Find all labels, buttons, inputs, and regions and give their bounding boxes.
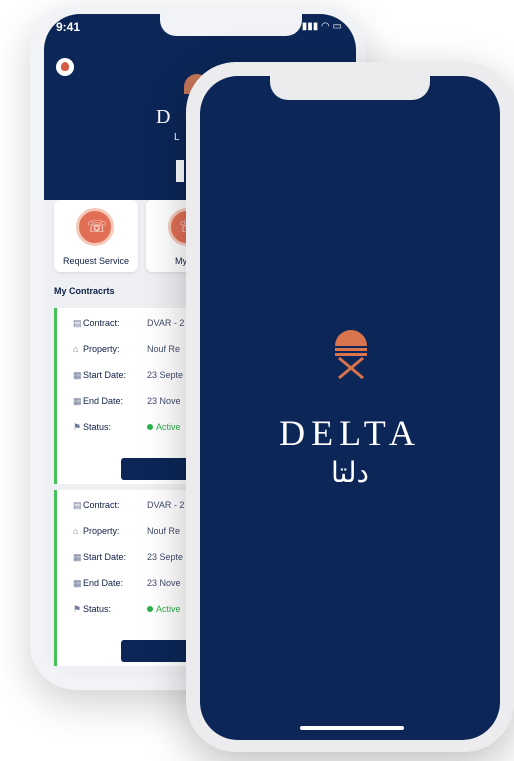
- contracts-title: My Contracrts: [54, 286, 115, 296]
- start-date-row: ▦Start Date: 23 Septe: [73, 370, 184, 380]
- flag-icon: ⚑: [73, 604, 82, 614]
- calendar-icon: ▦: [73, 396, 82, 406]
- request-service-card[interactable]: ☏ Request Service: [54, 200, 138, 272]
- home-indicator[interactable]: [300, 726, 404, 730]
- notch: [270, 76, 430, 100]
- document-icon: ▤: [73, 500, 82, 510]
- calendar-icon: ▦: [73, 370, 82, 380]
- end-date-row: ▦End Date: 23 Nove: [73, 396, 181, 406]
- splash-screen: DELTA دلتا: [200, 76, 500, 740]
- delta-emblem-icon: [335, 330, 367, 380]
- brand-title: DELTA: [279, 413, 421, 453]
- contract-row: ▤Contract: DVAR - 2: [73, 500, 185, 510]
- status-badge: Active: [147, 422, 181, 432]
- calendar-icon: ▦: [73, 552, 82, 562]
- request-service-label: Request Service: [62, 256, 130, 266]
- status-badge: Active: [147, 604, 181, 614]
- brand-title-arabic: دلتا: [331, 456, 369, 489]
- profile-avatar-icon[interactable]: [56, 58, 74, 76]
- brand-title-partial: D: [156, 106, 175, 128]
- end-date-row: ▦End Date: 23 Nove: [73, 578, 181, 588]
- brand-sub-partial: L: [174, 132, 180, 143]
- phone-support-icon: ☏: [76, 208, 114, 246]
- start-date-row: ▦Start Date: 23 Septe: [73, 552, 184, 562]
- header-decor: [176, 160, 184, 182]
- status-row: ⚑ Status: Active: [73, 604, 181, 614]
- flag-icon: ⚑: [73, 422, 82, 432]
- status-time: 9:41: [56, 20, 81, 34]
- home-icon: ⌂: [73, 526, 79, 536]
- contract-row: ▤Contract: DVAR - 2: [73, 318, 185, 328]
- property-row: ⌂ Property: Nouf Re: [73, 526, 181, 536]
- document-icon: ▤: [73, 318, 82, 328]
- notch: [160, 14, 302, 36]
- calendar-icon: ▦: [73, 578, 82, 588]
- status-icons: ▮▮▮ ◠ ▭: [301, 21, 342, 32]
- status-row: ⚑ Status: Active: [73, 422, 181, 432]
- property-row: ⌂ Property: Nouf Re: [73, 344, 181, 354]
- home-icon: ⌂: [73, 344, 79, 354]
